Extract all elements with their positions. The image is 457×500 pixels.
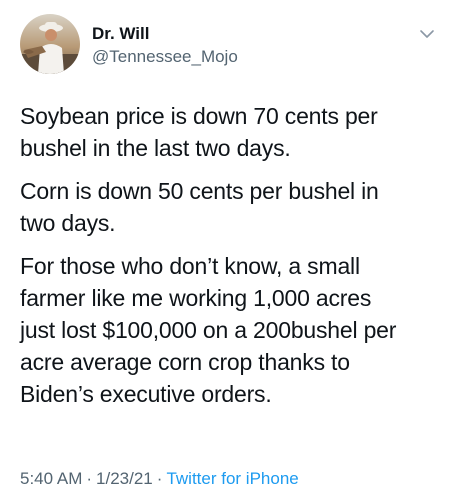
- tweet-date[interactable]: 1/23/21: [96, 469, 153, 488]
- avatar-image: [20, 14, 80, 74]
- display-name[interactable]: Dr. Will: [92, 24, 238, 44]
- tweet-paragraph: For those who don’t know, a small farmer…: [20, 253, 397, 407]
- separator: ·: [86, 469, 93, 488]
- tweet-time[interactable]: 5:40 AM: [20, 469, 82, 488]
- tweet-paragraph: Soybean price is down 70 cents per bushe…: [20, 103, 378, 161]
- tweet-meta: 5:40 AM · 1/23/21 · Twitter for iPhone: [20, 468, 299, 490]
- tweet-text: Soybean price is down 70 cents per bushe…: [20, 100, 440, 421]
- author-names: Dr. Will @Tennessee_Mojo: [92, 24, 238, 68]
- tweet-header: Dr. Will @Tennessee_Mojo: [20, 14, 437, 76]
- chevron-down-icon[interactable]: [419, 26, 435, 42]
- separator: ·: [156, 469, 163, 488]
- tweet-card: Dr. Will @Tennessee_Mojo Soybean price i…: [0, 0, 457, 500]
- handle[interactable]: @Tennessee_Mojo: [92, 46, 238, 68]
- avatar[interactable]: [20, 14, 80, 74]
- tweet-paragraph: Corn is down 50 cents per bushel in two …: [20, 178, 379, 236]
- tweet-source-link[interactable]: Twitter for iPhone: [166, 469, 298, 488]
